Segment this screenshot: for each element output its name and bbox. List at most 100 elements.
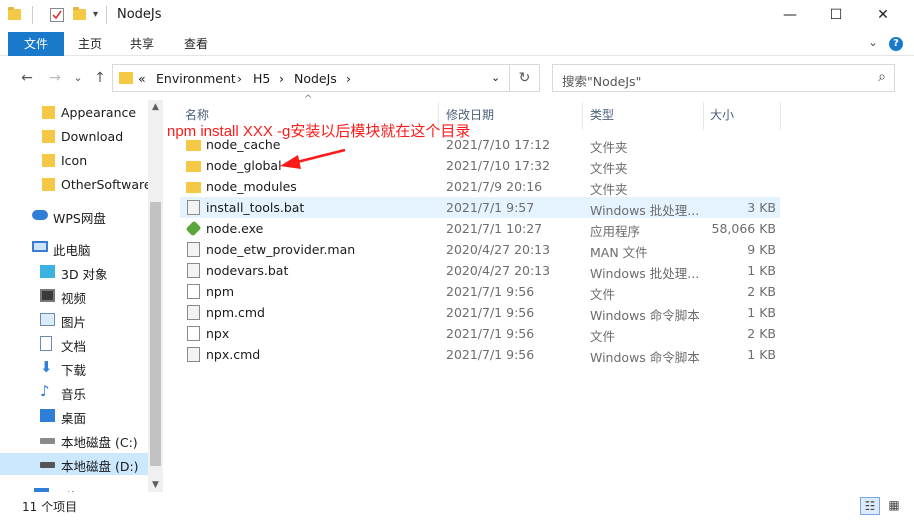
sidebar-item-this-pc[interactable]: 此电脑 [0,237,148,259]
recent-locations-button[interactable]: ⌄ [68,68,88,88]
column-divider[interactable] [703,102,704,130]
column-header-type[interactable]: 类型 [590,106,614,128]
back-button[interactable]: ← [17,68,37,88]
file-name: npm [206,284,235,299]
sort-indicator-icon: ^ [304,94,313,105]
sidebar-item-label: Download [61,129,124,144]
file-size: 1 KB [747,347,776,362]
sidebar-item-label: 视频 [61,291,87,306]
table-row[interactable]: install_tools.bat 2021/7/1 9:57 Windows … [180,197,780,218]
computer-icon [32,241,48,252]
file-size: 1 KB [747,263,776,278]
table-row[interactable]: npx.cmd 2021/7/1 9:56 Windows 命令脚本 1 KB [180,344,780,365]
sidebar-item-icon[interactable]: Icon [0,150,148,172]
scroll-up-icon[interactable]: ▲ [150,102,161,112]
search-box[interactable]: 搜索"NodeJs" ⌕ [552,64,895,92]
breadcrumb-separator[interactable]: › [279,71,284,86]
sidebar-item-documents[interactable]: 文档 [0,333,148,355]
file-date: 2021/7/1 9:56 [446,305,535,320]
table-row[interactable]: node_cache 2021/7/10 17:12 文件夹 [180,134,780,155]
forward-button[interactable]: → [45,68,65,88]
column-divider[interactable] [780,102,781,130]
table-row[interactable]: node_modules 2021/7/9 20:16 文件夹 [180,176,780,197]
batch-file-icon [187,305,200,320]
folder-icon [119,72,133,84]
column-header-size[interactable]: 大小 [710,106,734,128]
help-icon[interactable]: ? [889,37,903,51]
file-name: node_etw_provider.man [206,242,356,257]
sidebar-item-videos[interactable]: 视频 [0,285,148,307]
large-icons-view-button[interactable]: ▦ [884,497,904,515]
file-type: 文件夹 [590,140,628,155]
table-row[interactable]: nodevars.bat 2020/4/27 20:13 Windows 批处理… [180,260,780,281]
sidebar-item-downloads[interactable]: ⬇ 下载 [0,357,148,379]
properties-icon[interactable] [50,8,64,22]
sidebar-item-network[interactable]: 网络 [0,484,148,492]
sidebar-item-othersoftware[interactable]: OtherSoftware [0,174,152,196]
sidebar-item-label: 3D 对象 [61,267,108,282]
maximize-button[interactable]: ☐ [813,0,859,30]
document-icon [40,336,52,351]
scroll-down-icon[interactable]: ▼ [150,480,161,490]
sidebar-item-drive-d[interactable]: 本地磁盘 (D:) [0,453,148,475]
address-bar[interactable]: « Environment › H5 › NodeJs › ⌄ [112,64,510,92]
address-dropdown-icon[interactable]: ⌄ [491,71,500,84]
sidebar-item-appearance[interactable]: Appearance [0,102,148,124]
new-folder-icon[interactable] [73,7,86,20]
sidebar-item-label: 文档 [61,339,87,354]
table-row[interactable]: npm 2021/7/1 9:56 文件 2 KB [180,281,780,302]
sidebar-item-label: Icon [61,153,88,168]
sidebar-item-drive-c[interactable]: 本地磁盘 (C:) [0,429,148,451]
tab-home[interactable]: 主页 [68,32,112,56]
video-icon [40,289,55,302]
drive-icon [40,462,55,468]
close-button[interactable]: ✕ [860,0,906,30]
quick-access-dropdown-icon[interactable]: ▾ [93,9,98,20]
table-row[interactable]: npx 2021/7/1 9:56 文件 2 KB [180,323,780,344]
sidebar-item-music[interactable]: ♪ 音乐 [0,381,148,403]
sidebar-item-desktop[interactable]: 桌面 [0,405,148,427]
file-type: MAN 文件 [590,245,648,260]
file-name: nodevars.bat [206,263,289,278]
desktop-icon [40,409,55,422]
batch-file-icon [187,347,200,362]
download-icon: ⬇ [40,358,53,376]
sidebar-item-label: 本地磁盘 (C:) [61,435,138,450]
file-name: node_global [206,158,282,173]
up-button[interactable]: ↑ [90,68,110,88]
sidebar-item-3d-objects[interactable]: 3D 对象 [0,261,148,283]
sidebar-item-wps-cloud[interactable]: WPS网盘 [0,205,148,227]
sidebar-item-pictures[interactable]: 图片 [0,309,148,331]
file-size: 3 KB [747,200,776,215]
sidebar-item-label: 桌面 [61,411,87,426]
search-icon[interactable]: ⌕ [878,69,886,85]
navigation-bar: ← → ⌄ ↑ « Environment › H5 › NodeJs › ⌄ … [0,56,914,100]
table-row[interactable]: node.exe 2021/7/1 10:27 应用程序 58,066 KB [180,218,780,239]
divider [106,6,107,24]
column-divider[interactable] [582,102,583,130]
table-row[interactable]: node_etw_provider.man 2020/4/27 20:13 MA… [180,239,780,260]
ribbon-expand-icon[interactable]: ⌄ [868,35,878,49]
sidebar-item-download[interactable]: Download [0,126,148,148]
file-type: 文件 [590,287,616,302]
folder-icon [42,130,55,143]
breadcrumb-environment[interactable]: Environment [156,71,236,86]
table-row[interactable]: npm.cmd 2021/7/1 9:56 Windows 命令脚本 1 KB [180,302,780,323]
sidebar-scroll-thumb[interactable] [150,202,161,466]
breadcrumb-h5[interactable]: H5 [253,71,270,86]
refresh-button[interactable]: ↻ [510,64,540,92]
tab-view[interactable]: 查看 [174,32,218,56]
table-row[interactable]: node_global 2021/7/10 17:32 文件夹 [180,155,780,176]
breadcrumb-separator[interactable]: › [346,71,351,86]
breadcrumb-separator[interactable]: › [237,71,242,86]
tab-share[interactable]: 共享 [120,32,164,56]
breadcrumb-overflow[interactable]: « [138,71,146,86]
details-view-button[interactable]: ☷ [860,497,880,515]
tab-file[interactable]: 文件 [8,32,64,56]
breadcrumb-nodejs[interactable]: NodeJs [294,71,337,86]
nodejs-icon [185,220,202,237]
file-icon [187,284,200,299]
search-input[interactable]: 搜索"NodeJs" [562,71,641,90]
file-list: ^ 名称 修改日期 类型 大小 npm install XXX -g安装以后模块… [167,94,914,492]
minimize-button[interactable]: — [767,0,813,30]
